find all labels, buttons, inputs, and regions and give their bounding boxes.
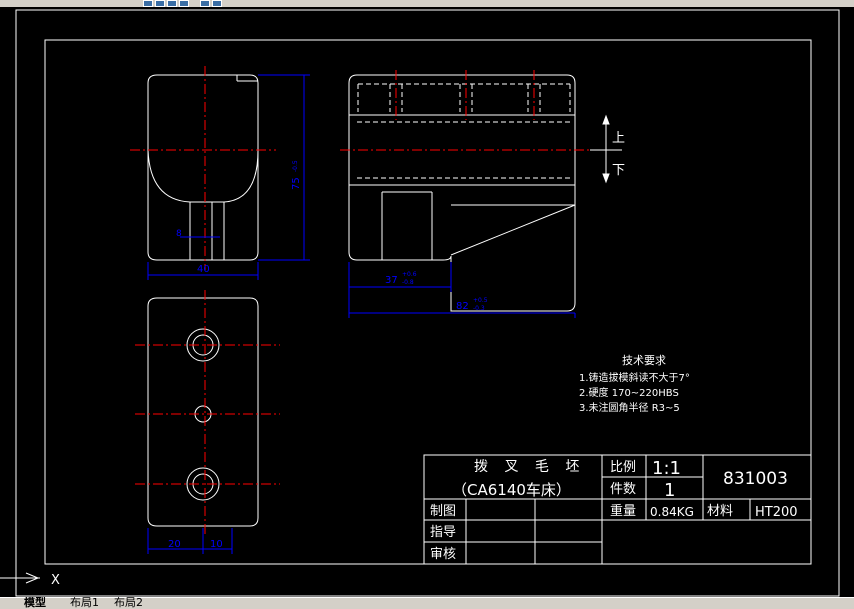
dim-37-tol-up: +0.6 <box>402 271 417 278</box>
dim-82-tol-dn: -0.3 <box>473 305 485 312</box>
dim-37-tol-dn: -0.8 <box>402 279 414 286</box>
scale-value: 1:1 <box>652 458 681 479</box>
dim-82-tol-up: +0.5 <box>473 297 488 304</box>
front-view <box>147 74 259 261</box>
drawing-number: 831003 <box>723 469 788 489</box>
ucs-icon <box>0 572 40 584</box>
direction-down-label: 下 <box>612 163 625 178</box>
qty-value: 1 <box>664 480 675 501</box>
tech-req-item: 1.铸造拔模斜读不大于7° <box>579 371 690 384</box>
dim-20: 20 <box>168 539 181 550</box>
side-view-hidden <box>357 83 571 179</box>
tech-req-title: 技术要求 <box>622 354 666 367</box>
drawing-canvas[interactable]: 75 -0.5 40 8 37 +0.6 -0.8 82 +0.5 -0.3 上… <box>0 0 854 597</box>
side-view <box>348 74 576 312</box>
direction-up-label: 上 <box>612 131 625 146</box>
front-view-dimensions <box>147 74 310 280</box>
tab-model[interactable]: 模型 <box>24 597 46 609</box>
weight-value: 0.84KG <box>650 505 694 519</box>
ucs-x-label: X <box>51 573 60 588</box>
tech-req-item: 2.硬度 170~220HBS <box>579 386 679 399</box>
qty-label: 件数 <box>610 482 636 497</box>
dim-40: 40 <box>197 264 210 275</box>
drawn-by-label: 制图 <box>430 504 456 519</box>
approved-by-label: 审核 <box>430 547 456 562</box>
part-name: 拨 叉 毛 坯 <box>474 459 585 475</box>
dim-75: 75 <box>291 177 302 190</box>
dim-10: 10 <box>210 539 223 550</box>
material-value: HT200 <box>755 505 798 520</box>
material-label: 材料 <box>707 504 733 519</box>
drawing-frame <box>44 39 812 565</box>
layout-tabs: 模型 布局1 布局2 <box>0 597 854 609</box>
top-view <box>147 297 259 527</box>
machine-name: （CA6140车床） <box>452 481 571 499</box>
side-view-centerlines <box>340 70 600 151</box>
dim-82: 82 <box>456 301 469 312</box>
scale-label: 比例 <box>610 460 636 475</box>
tab-layout2[interactable]: 布局2 <box>114 597 143 609</box>
tab-layout1[interactable]: 布局1 <box>70 597 99 609</box>
dim-8: 8 <box>176 229 182 239</box>
weight-label: 重量 <box>610 503 636 519</box>
tech-req-item: 3.未注圆角半径 R3~5 <box>579 401 680 414</box>
front-view-centerlines <box>130 66 276 270</box>
dim-75-tol: -0.5 <box>292 160 299 172</box>
dim-37: 37 <box>385 275 398 286</box>
checked-by-label: 指导 <box>430 525 456 540</box>
